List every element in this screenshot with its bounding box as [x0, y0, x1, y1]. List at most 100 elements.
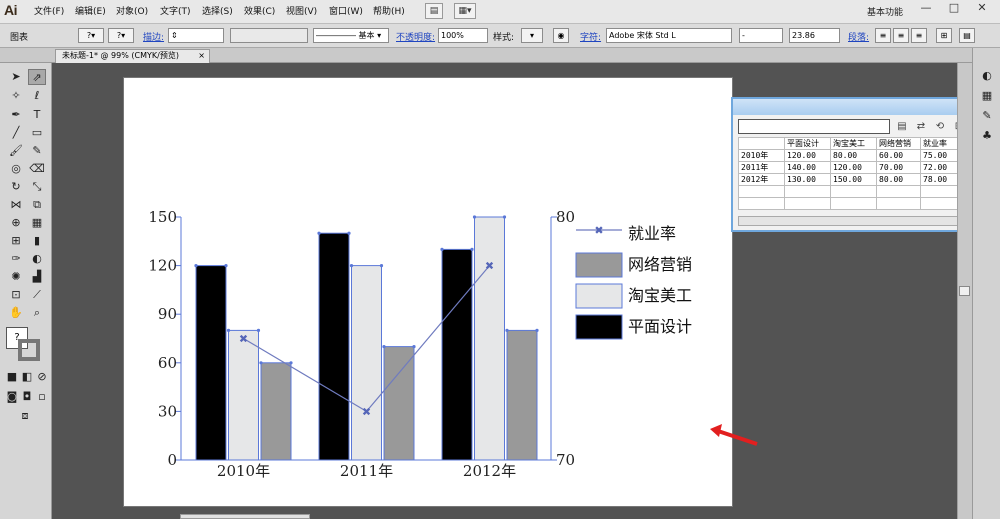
menu-select[interactable]: 选择(S): [202, 5, 233, 19]
table-cell[interactable]: [830, 185, 877, 198]
table-cell[interactable]: 2012年: [738, 173, 785, 186]
table-cell[interactable]: [784, 185, 831, 198]
gradient-tool-icon[interactable]: ▮: [28, 233, 46, 249]
table-cell[interactable]: 60.00: [876, 149, 921, 162]
eyedropper-tool-icon[interactable]: ✑: [7, 251, 25, 267]
table-cell[interactable]: 150.00: [830, 173, 877, 186]
table-cell[interactable]: 平面设计: [784, 137, 831, 150]
table-cell[interactable]: 130.00: [784, 173, 831, 186]
stroke-label[interactable]: 描边:: [143, 30, 164, 43]
table-cell[interactable]: [876, 185, 921, 198]
table-cell[interactable]: [738, 197, 785, 210]
draw-inside-icon[interactable]: ▫: [35, 389, 49, 405]
menu-object[interactable]: 对象(O): [116, 5, 148, 19]
type-tool-icon[interactable]: T: [28, 107, 46, 123]
table-cell[interactable]: 70.00: [876, 161, 921, 174]
character-label[interactable]: 字符:: [580, 30, 601, 43]
direct-selection-tool-icon[interactable]: ⇗: [28, 69, 46, 85]
zoom-tool-icon[interactable]: ⌕: [28, 305, 46, 321]
stroke-weight-field[interactable]: ⇕: [168, 28, 224, 43]
screen-mode-icon[interactable]: ⧈: [16, 408, 34, 424]
symbol-sprayer-tool-icon[interactable]: ✺: [7, 269, 25, 285]
transpose-icon[interactable]: ⇄: [914, 120, 928, 134]
paintbrush-tool-icon[interactable]: 🖌: [7, 143, 25, 159]
document-tab-close-icon[interactable]: ×: [198, 50, 205, 62]
graph-data-entry-field[interactable]: [738, 119, 890, 134]
free-transform-tool-icon[interactable]: ⧉: [28, 197, 46, 213]
stroke-swatch[interactable]: [18, 339, 40, 361]
fill-stroke-swatches[interactable]: ?: [6, 327, 44, 365]
table-cell[interactable]: 2011年: [738, 161, 785, 174]
gradient-mode-icon[interactable]: ◧: [20, 369, 34, 385]
graphic-style-picker[interactable]: ▾: [521, 28, 543, 43]
fill-color-picker[interactable]: ?▾: [78, 28, 104, 43]
table-cell[interactable]: [830, 197, 877, 210]
align-center-icon[interactable]: ≡: [893, 28, 909, 43]
table-cell[interactable]: [738, 185, 785, 198]
selection-tool-icon[interactable]: ➤: [7, 69, 25, 85]
menu-edit[interactable]: 编辑(E): [75, 5, 106, 19]
font-family-field[interactable]: Adobe 宋体 Std L: [606, 28, 732, 43]
blob-brush-tool-icon[interactable]: ◎: [7, 161, 25, 177]
opacity-field[interactable]: 100%: [438, 28, 488, 43]
font-size-field[interactable]: 23.86: [789, 28, 840, 43]
table-cell[interactable]: 网络营销: [876, 137, 921, 150]
width-tool-icon[interactable]: ⋈: [7, 197, 25, 213]
artboard[interactable]: [123, 77, 733, 507]
arrange-documents-icon[interactable]: ▦▾: [454, 3, 476, 19]
lasso-tool-icon[interactable]: ℓ: [28, 88, 46, 104]
menu-type[interactable]: 文字(T): [160, 5, 191, 19]
artboard-tool-icon[interactable]: ⊡: [7, 287, 25, 303]
mesh-tool-icon[interactable]: ⊞: [7, 233, 25, 249]
opacity-label[interactable]: 不透明度:: [396, 30, 435, 43]
menu-view[interactable]: 视图(V): [286, 5, 317, 19]
maximize-button[interactable]: □: [942, 0, 966, 18]
document-tab[interactable]: 未标题-1* @ 99% (CMYK/预览) ×: [55, 49, 210, 63]
table-cell[interactable]: 140.00: [784, 161, 831, 174]
table-cell[interactable]: 淘宝美工: [830, 137, 877, 150]
color-panel-icon[interactable]: ◐: [978, 68, 996, 84]
table-cell[interactable]: 120.00: [784, 149, 831, 162]
swatches-panel-icon[interactable]: ▦: [978, 88, 996, 104]
transform-icon[interactable]: ⊞: [936, 28, 952, 43]
scale-tool-icon[interactable]: ⤡: [28, 179, 46, 195]
table-cell[interactable]: 80.00: [830, 149, 877, 162]
rotate-tool-icon[interactable]: ↻: [7, 179, 25, 195]
workspace-switcher[interactable]: 基本功能: [867, 5, 903, 18]
stroke-color-picker[interactable]: ?▾: [108, 28, 134, 43]
table-cell[interactable]: [876, 197, 921, 210]
draw-behind-icon[interactable]: ◘: [20, 389, 34, 405]
symbols-panel-icon[interactable]: ♣: [978, 128, 996, 144]
graph-data-table[interactable]: 平面设计 淘宝美工 网络营销 就业率 2010年 120.00 80.00 60…: [738, 137, 989, 210]
switch-xy-icon[interactable]: ⟲: [933, 120, 947, 134]
font-style-field[interactable]: -: [739, 28, 783, 43]
line-tool-icon[interactable]: ╱: [7, 125, 25, 141]
pencil-tool-icon[interactable]: ✎: [28, 143, 46, 159]
brushes-panel-icon[interactable]: ✎: [978, 108, 996, 124]
table-cell[interactable]: 2010年: [738, 149, 785, 162]
rectangle-tool-icon[interactable]: ▭: [28, 125, 46, 141]
menu-file[interactable]: 文件(F): [34, 5, 64, 19]
column-graph-tool-icon[interactable]: ▟: [28, 269, 46, 285]
slice-tool-icon[interactable]: ⟋: [28, 287, 46, 303]
magic-wand-tool-icon[interactable]: ✧: [7, 88, 25, 104]
table-cell[interactable]: 80.00: [876, 173, 921, 186]
import-data-icon[interactable]: ▤: [895, 120, 909, 134]
color-mode-icon[interactable]: ■: [5, 369, 19, 385]
horizontal-scrollbar[interactable]: [180, 514, 310, 519]
table-cell[interactable]: [784, 197, 831, 210]
eraser-tool-icon[interactable]: ⌫: [28, 161, 46, 177]
hand-tool-icon[interactable]: ✋: [7, 305, 25, 321]
none-mode-icon[interactable]: ⊘: [35, 369, 49, 385]
shape-builder-tool-icon[interactable]: ⊕: [7, 215, 25, 231]
bridge-icon[interactable]: ▤: [425, 3, 443, 19]
blend-tool-icon[interactable]: ◐: [28, 251, 46, 267]
table-cell[interactable]: 120.00: [830, 161, 877, 174]
canvas-scroll-thumb[interactable]: [959, 286, 970, 296]
table-cell[interactable]: [738, 137, 785, 150]
menu-window[interactable]: 窗口(W): [329, 5, 363, 19]
brush-definition-field[interactable]: ――――― 基本 ▾: [313, 28, 389, 43]
align-left-icon[interactable]: ≡: [875, 28, 891, 43]
align-right-icon[interactable]: ≡: [911, 28, 927, 43]
close-button[interactable]: ✕: [970, 0, 994, 18]
